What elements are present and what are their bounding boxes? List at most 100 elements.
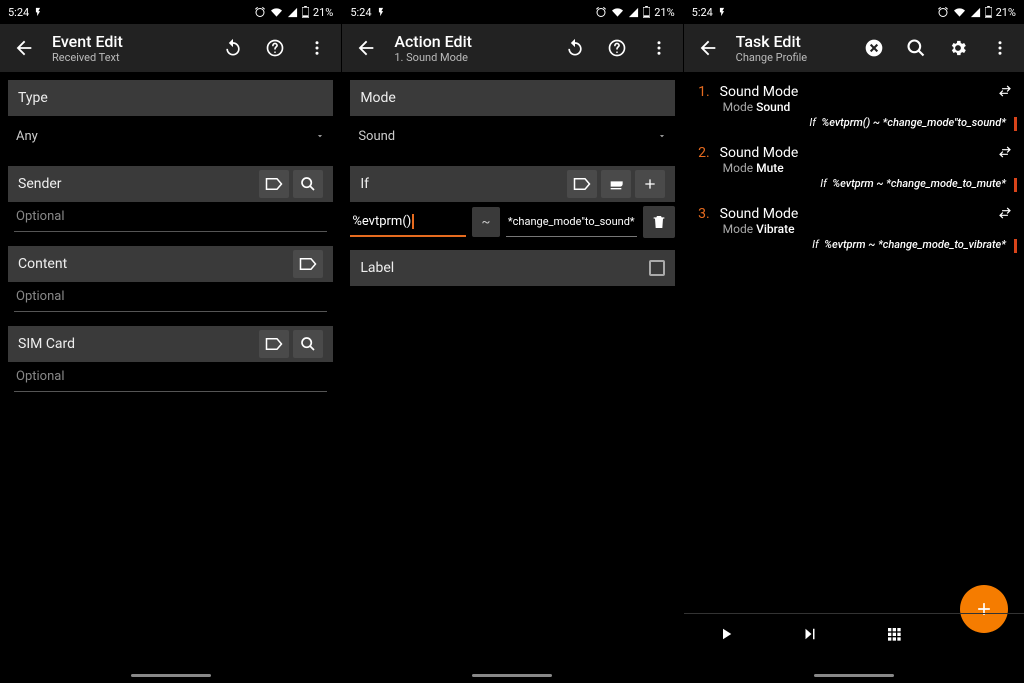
battery-icon: [302, 6, 309, 18]
header-subtitle: 1. Sound Mode: [394, 51, 550, 64]
task-mode-label: Mode: [723, 100, 753, 114]
type-dropdown[interactable]: Any: [8, 118, 333, 154]
back-icon[interactable]: [348, 30, 384, 66]
task-number: 3.: [694, 206, 710, 222]
battery-icon: [643, 6, 650, 18]
task-mode-label: Mode: [723, 222, 753, 236]
tag-icon[interactable]: [293, 250, 323, 278]
task-mode-label: Mode: [723, 161, 753, 175]
if-operator[interactable]: ~: [472, 207, 500, 237]
alarm-icon: [595, 6, 607, 18]
status-bar: 5:24 21%: [684, 0, 1024, 24]
status-battery: 21%: [313, 6, 333, 19]
sim-input[interactable]: Optional: [14, 362, 327, 392]
type-label: Type: [18, 90, 48, 106]
back-icon[interactable]: [6, 30, 42, 66]
if-lhs-input[interactable]: %evtprm(): [350, 207, 466, 237]
tag-icon[interactable]: [259, 170, 289, 198]
sender-input[interactable]: Optional: [14, 202, 327, 232]
status-time: 5:24: [350, 6, 371, 19]
content-input[interactable]: Optional: [14, 282, 327, 312]
back-icon[interactable]: [690, 30, 726, 66]
section-type: Type: [8, 80, 333, 116]
task-number: 2.: [694, 145, 710, 161]
if-rhs-input[interactable]: *change_mode"to_sound*: [506, 207, 637, 237]
delete-icon[interactable]: [643, 206, 675, 238]
sender-label: Sender: [18, 176, 62, 192]
overflow-icon[interactable]: [641, 30, 677, 66]
task-item[interactable]: 1. Sound Mode Mode Sound If %evtprm() ~ …: [688, 78, 1020, 139]
task-mode-value: Sound: [756, 100, 790, 114]
undo-icon[interactable]: [557, 30, 593, 66]
task-name: Sound Mode: [720, 84, 988, 100]
swap-icon[interactable]: [998, 206, 1014, 222]
search-icon[interactable]: [293, 330, 323, 358]
help-icon[interactable]: [257, 30, 293, 66]
tag-icon[interactable]: [259, 330, 289, 358]
gear-icon[interactable]: [940, 30, 976, 66]
task-item[interactable]: 3. Sound Mode Mode Vibrate If %evtprm ~ …: [688, 200, 1020, 261]
type-value: Any: [16, 129, 38, 144]
add-icon[interactable]: [635, 170, 665, 198]
mode-value: Sound: [358, 129, 395, 144]
task-item[interactable]: 2. Sound Mode Mode Mute If %evtprm ~ *ch…: [688, 139, 1020, 200]
play-icon[interactable]: [708, 616, 744, 652]
cancel-icon[interactable]: [856, 30, 892, 66]
status-battery: 21%: [654, 6, 674, 19]
coffee-icon[interactable]: [601, 170, 631, 198]
signal-icon: [628, 7, 639, 18]
if-label: If: [360, 176, 369, 192]
bottom-bar: [684, 613, 1024, 653]
help-icon[interactable]: [599, 30, 635, 66]
nav-pill[interactable]: [131, 674, 211, 677]
signal-icon: [287, 7, 298, 18]
mode-dropdown[interactable]: Sound: [350, 118, 674, 154]
label-checkbox[interactable]: [649, 260, 665, 276]
tag-icon[interactable]: [567, 170, 597, 198]
signal-icon: [970, 7, 981, 18]
if-rhs-value: *change_mode"to_sound*: [508, 216, 635, 228]
sim-label: SIM Card: [18, 336, 75, 352]
screen-task-edit: 5:24 21% Task Edit Change Profile: [683, 0, 1024, 683]
task-mode-value: Vibrate: [756, 222, 794, 236]
content-placeholder: Optional: [16, 289, 64, 304]
alarm-icon: [254, 6, 266, 18]
battery-icon: [985, 6, 992, 18]
chevron-down-icon: [315, 131, 325, 141]
search-icon[interactable]: [293, 170, 323, 198]
nav-pill[interactable]: [472, 674, 552, 677]
section-mode: Mode: [350, 80, 674, 116]
chevron-down-icon: [657, 131, 667, 141]
bolt-icon: [717, 7, 727, 17]
swap-icon[interactable]: [998, 84, 1014, 100]
section-if: If: [350, 166, 674, 202]
search-icon[interactable]: [898, 30, 934, 66]
header-subtitle: Received Text: [52, 51, 209, 64]
status-bar: 5:24 21%: [0, 0, 341, 24]
condition-marker: [1014, 239, 1017, 253]
overflow-icon[interactable]: [299, 30, 335, 66]
alarm-icon: [937, 6, 949, 18]
status-bar: 5:24 21%: [342, 0, 682, 24]
task-condition: %evtprm ~ *change_mode_to_mute*: [832, 177, 1006, 190]
header: Task Edit Change Profile: [684, 24, 1024, 72]
label-label: Label: [360, 260, 394, 276]
swap-icon[interactable]: [998, 145, 1014, 161]
wifi-icon: [611, 7, 624, 18]
nav-pill[interactable]: [814, 674, 894, 677]
content-label: Content: [18, 256, 67, 272]
task-condition: %evtprm ~ *change_mode_to_vibrate*: [824, 238, 1006, 251]
mode-label: Mode: [360, 90, 396, 106]
header-title: Task Edit: [736, 32, 850, 51]
step-icon[interactable]: [792, 616, 828, 652]
wifi-icon: [953, 7, 966, 18]
status-time: 5:24: [692, 6, 713, 19]
condition-marker: [1014, 178, 1017, 192]
grid-icon[interactable]: [876, 616, 912, 652]
task-condition: %evtprm() ~ *change_mode"to_sound*: [821, 116, 1006, 129]
sim-placeholder: Optional: [16, 369, 64, 384]
section-content: Content: [8, 246, 333, 282]
if-lhs-value: %evtprm(): [352, 214, 414, 229]
undo-icon[interactable]: [215, 30, 251, 66]
overflow-icon[interactable]: [982, 30, 1018, 66]
